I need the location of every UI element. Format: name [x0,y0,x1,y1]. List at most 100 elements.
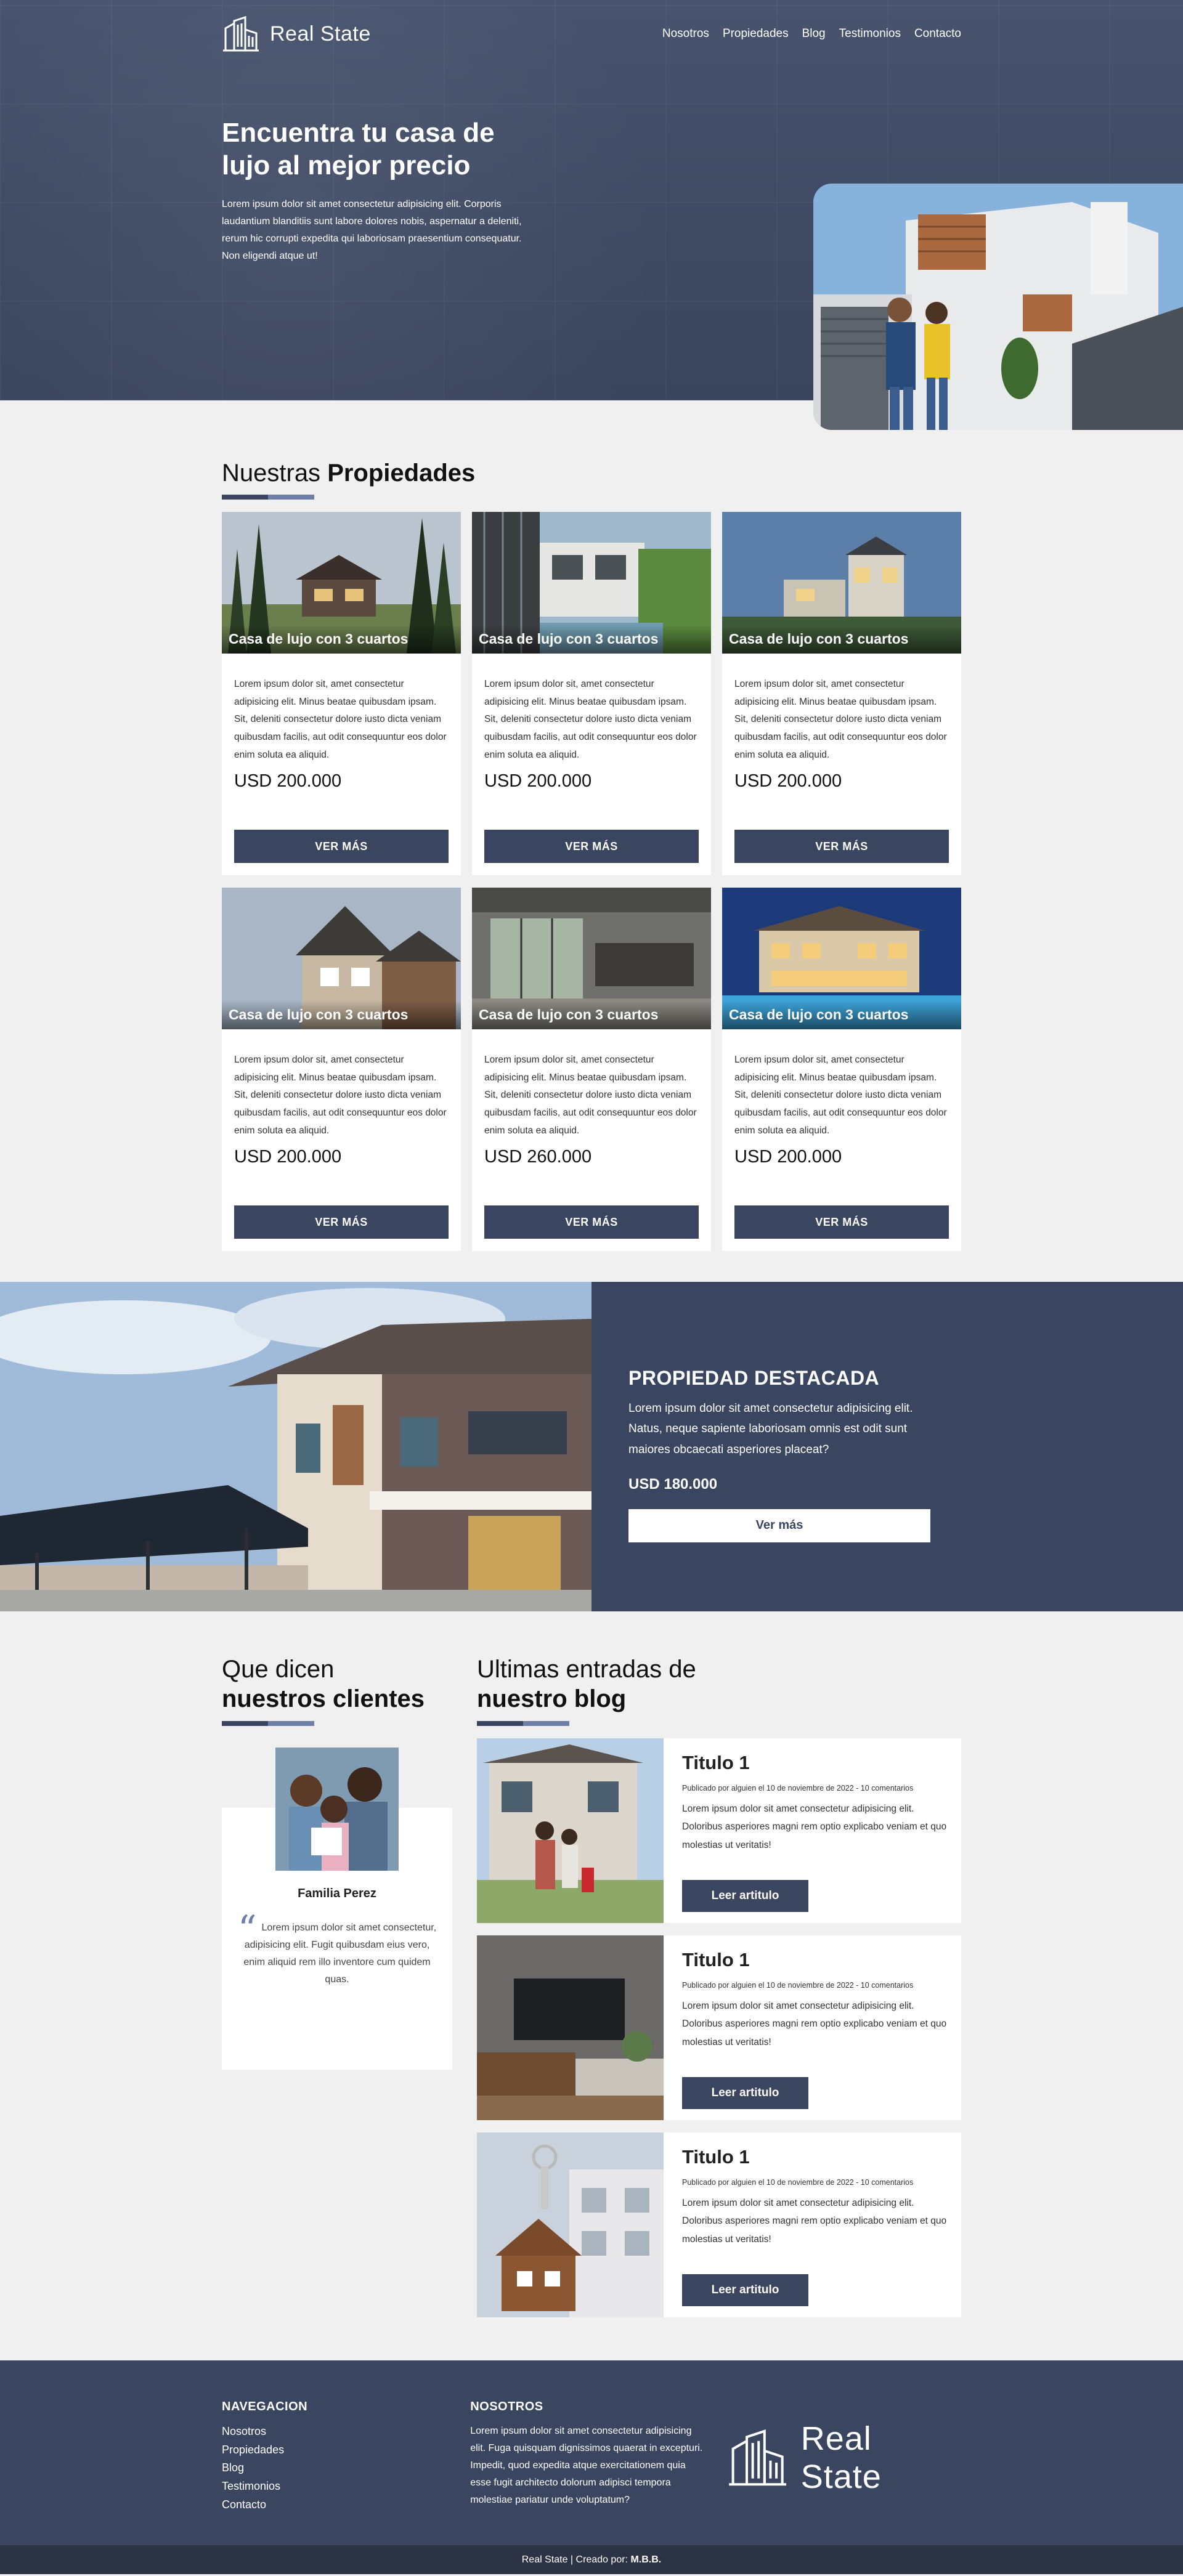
copyright-author: M.B.B. [630,2554,662,2565]
blog-entry-meta: Publicado por alguien el 10 de noviembre… [682,1981,914,1990]
hero-house-image [813,184,1183,430]
footer-navigation: NAVEGACION Nosotros Propiedades Blog Tes… [222,2400,470,2514]
ver-mas-button[interactable]: VER MÁS [734,1205,949,1239]
properties-title-light: Nuestras [222,460,321,487]
nav-item-blog[interactable]: Blog [802,27,826,41]
logo[interactable]: Real State [222,16,371,52]
clients-title: Que dicen nuestros clientes [222,1655,452,1714]
footer-link-nosotros[interactable]: Nosotros [222,2423,470,2441]
brand-name: Real State [270,22,371,46]
footer-logo[interactable]: Real State [727,2401,961,2514]
copyright-text: Real State | Creado por: [521,2554,628,2565]
footer-about-title: NOSOTROS [470,2400,543,2413]
property-price: USD 260.000 [484,1147,592,1167]
property-price: USD 200.000 [734,1147,842,1167]
footer: NAVEGACION Nosotros Propiedades Blog Tes… [0,2360,1183,2545]
title-underline [222,1721,452,1726]
property-image: Casa de lujo con 3 cuartos [722,888,961,1029]
ver-mas-featured-button[interactable]: Ver más [628,1509,930,1542]
testimonial-quote: Lorem ipsum dolor sit amet consectetur, … [243,1922,437,1985]
property-card: Casa de lujo con 3 cuartos Lorem ipsum d… [722,512,961,875]
blog-entry-text: Lorem ipsum dolor sit amet consectetur a… [682,2198,947,2245]
footer-about-text: Lorem ipsum dolor sit amet consectetur a… [470,2426,703,2505]
title-underline [222,495,961,500]
footer-link-testimonios[interactable]: Testimonios [222,2477,470,2496]
buildings-icon [223,16,259,52]
nav-menu: Nosotros Propiedades Blog Testimonios Co… [662,27,961,41]
property-description: Lorem ipsum dolor sit, amet consectetur … [734,1055,947,1136]
ver-mas-button[interactable]: VER MÁS [234,1205,449,1239]
blog-image [477,2132,664,2317]
property-description: Lorem ipsum dolor sit, amet consectetur … [234,1055,447,1136]
property-title: Casa de lujo con 3 cuartos [722,625,961,654]
property-description: Lorem ipsum dolor sit, amet consectetur … [234,679,447,760]
buildings-icon [729,2429,787,2485]
nav-item-propiedades[interactable]: Propiedades [723,27,789,41]
property-description: Lorem ipsum dolor sit, amet consectetur … [734,679,947,760]
clients-title-light: Que dicen [222,1656,335,1683]
property-title: Casa de lujo con 3 cuartos [222,1000,461,1029]
nav-item-testimonios[interactable]: Testimonios [839,27,901,41]
clients-title-bold: nuestros clientes [222,1685,425,1712]
featured-price: USD 180.000 [628,1475,718,1493]
featured-section: PROPIEDAD DESTACADA Lorem ipsum dolor si… [0,1282,1183,1611]
featured-info: PROPIEDAD DESTACADA Lorem ipsum dolor si… [592,1282,1183,1611]
hero-content: Encuentra tu casa de lujo al mejor preci… [222,117,542,265]
property-title: Casa de lujo con 3 cuartos [222,625,461,654]
property-card: Casa de lujo con 3 cuartos Lorem ipsum d… [472,512,711,875]
blog-entry-meta: Publicado por alguien el 10 de noviembre… [682,1784,914,1792]
leer-articulo-button[interactable]: Leer artitulo [682,1880,808,1912]
blog-entry-meta: Publicado por alguien el 10 de noviembre… [682,2178,914,2187]
blog-entry: Titulo 1 Publicado por alguien el 10 de … [477,2132,961,2317]
blog-image [477,1935,664,2120]
footer-link-blog[interactable]: Blog [222,2459,470,2477]
blog-entry-title: Titulo 1 [682,2146,750,2168]
ver-mas-button[interactable]: VER MÁS [484,830,699,863]
property-image: Casa de lujo con 3 cuartos [222,888,461,1029]
property-description: Lorem ipsum dolor sit, amet consectetur … [484,679,697,760]
property-price: USD 200.000 [484,771,592,792]
leer-articulo-button[interactable]: Leer artitulo [682,2274,808,2306]
footer-brand-name: Real State [800,2420,882,2495]
client-name: Familia Perez [298,1887,376,1900]
property-image: Casa de lujo con 3 cuartos [472,512,711,654]
property-card: Casa de lujo con 3 cuartos Lorem ipsum d… [222,888,461,1251]
properties-title-bold: Propiedades [327,460,476,487]
property-price: USD 200.000 [234,1147,342,1167]
property-image: Casa de lujo con 3 cuartos [722,512,961,654]
footer-link-contacto[interactable]: Contacto [222,2496,470,2514]
blog-title-light: Ultimas entradas de [477,1656,696,1683]
hero: Real State Nosotros Propiedades Blog Tes… [0,0,1183,430]
blog-title: Ultimas entradas de nuestro blog [477,1655,961,1714]
properties-title: Nuestras Propiedades [222,460,961,487]
blog-title-bold: nuestro blog [477,1685,627,1712]
property-card: Casa de lujo con 3 cuartos Lorem ipsum d… [722,888,961,1251]
clients-blog-section: Que dicen nuestros clientes Familia Pere… [0,1611,1183,2360]
ver-mas-button[interactable]: VER MÁS [234,830,449,863]
featured-title: PROPIEDAD DESTACADA [628,1367,880,1389]
nav-item-nosotros[interactable]: Nosotros [662,27,709,41]
nav-item-contacto[interactable]: Contacto [914,27,961,41]
property-image: Casa de lujo con 3 cuartos [222,512,461,654]
properties-section: Nuestras Propiedades Casa de lujo con 3 … [0,400,1183,1282]
blog-entries: Titulo 1 Publicado por alguien el 10 de … [477,1738,961,2317]
blog-entry: Titulo 1 Publicado por alguien el 10 de … [477,1935,961,2120]
property-image: Casa de lujo con 3 cuartos [472,888,711,1029]
property-card: Casa de lujo con 3 cuartos Lorem ipsum d… [472,888,711,1251]
footer-link-propiedades[interactable]: Propiedades [222,2441,470,2460]
blog-entry-title: Titulo 1 [682,1752,750,1773]
footer-about: NOSOTROS Lorem ipsum dolor sit amet cons… [470,2400,709,2514]
blog-image [477,1738,664,1923]
ver-mas-button[interactable]: VER MÁS [734,830,949,863]
leer-articulo-button[interactable]: Leer artitulo [682,2077,808,2109]
property-title: Casa de lujo con 3 cuartos [472,625,711,654]
property-title: Casa de lujo con 3 cuartos [722,1000,961,1029]
hero-house-illustration [813,184,1183,430]
property-price: USD 200.000 [734,771,842,792]
property-title: Casa de lujo con 3 cuartos [472,1000,711,1029]
ver-mas-button[interactable]: VER MÁS [484,1205,699,1239]
testimonial-text: “Lorem ipsum dolor sit amet consectetur,… [234,1911,440,1988]
clients-column: Que dicen nuestros clientes Familia Pere… [222,1655,452,2317]
navbar: Real State Nosotros Propiedades Blog Tes… [222,16,961,52]
properties-grid: Casa de lujo con 3 cuartos Lorem ipsum d… [222,512,961,1251]
